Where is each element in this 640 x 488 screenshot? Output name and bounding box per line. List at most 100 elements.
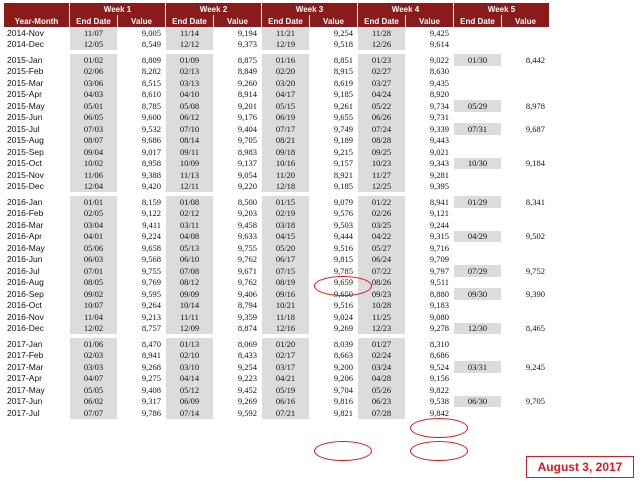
cell-end-date-week-4: 01/22 <box>358 196 406 208</box>
cell-value-week-2: 8,849 <box>237 66 257 77</box>
cell-end-date-week-5: 09/30 <box>454 288 502 300</box>
cell-value-week-2: 9,406 <box>237 288 257 299</box>
header-week-3: Week 3 <box>262 3 358 15</box>
cell-value-week-5: 9,705 <box>525 396 545 407</box>
cell-end-date-week-2: 08/14 <box>166 134 214 146</box>
cell-value-week-1: 9,600 <box>141 112 161 123</box>
cell-value-week-4: 9,343 <box>429 158 449 169</box>
cell-end-date-week-3: 03/18 <box>262 219 310 231</box>
cell-value-week-2: 8,794 <box>237 300 257 311</box>
cell-end-date-week-1: 02/06 <box>70 65 118 77</box>
cell-value-week-4: 9,425 <box>429 27 449 38</box>
cell-end-date-week-4: 06/23 <box>358 395 406 407</box>
cell-end-date-week-2: 12/11 <box>166 180 214 192</box>
cell-year-month: 2017-Feb <box>7 350 44 361</box>
cell-value-week-3: 9,785 <box>333 265 353 276</box>
cell-value-week-1: 9,786 <box>141 407 161 418</box>
cell-value-week-3: 8,915 <box>333 66 353 77</box>
cell-value-week-2: 9,671 <box>237 265 257 276</box>
table-row: 2016-Nov 11/04 9,213 11/11 9,359 11/18 9,024 11… <box>4 311 552 323</box>
cell-value-week-1: 9,017 <box>141 146 161 157</box>
cell-end-date-week-5 <box>454 66 502 78</box>
cell-end-date-week-5: 05/29 <box>454 100 502 112</box>
cell-end-date-week-3: 10/21 <box>262 299 310 311</box>
cell-year-month: 2015-Oct <box>7 158 42 169</box>
cell-end-date-week-1: 09/02 <box>70 288 118 300</box>
cell-year-month: 2014-Dec <box>7 39 44 50</box>
cell-value-week-3: 9,518 <box>333 39 353 50</box>
cell-value-week-4: 8,920 <box>429 89 449 100</box>
cell-end-date-week-2: 03/11 <box>166 219 214 231</box>
cell-year-month: 2015-Jun <box>7 112 43 123</box>
cell-value-week-1: 9,411 <box>142 219 161 230</box>
cell-value-week-1: 9,420 <box>141 181 161 192</box>
cell-end-date-week-4: 03/27 <box>358 77 406 89</box>
table-body: 2014-Nov 11/07 9,005 11/14 9,194 11/21 9,254 11… <box>4 27 552 419</box>
cell-end-date-week-2: 10/14 <box>166 299 214 311</box>
cell-year-month: 2015-Apr <box>7 89 42 100</box>
cell-value-week-4: 8,941 <box>429 196 449 207</box>
cell-value-week-2: 8,069 <box>237 338 257 349</box>
cell-end-date-week-1: 06/03 <box>70 253 118 265</box>
cell-end-date-week-3: 05/20 <box>262 242 310 254</box>
cell-year-month: 2016-May <box>7 242 45 253</box>
cell-end-date-week-5: 07/31 <box>454 123 502 135</box>
cell-value-week-5: 9,245 <box>525 361 545 372</box>
cell-value-week-5 <box>502 27 550 39</box>
cell-end-date-week-5: 03/31 <box>454 361 502 373</box>
cell-end-date-week-1: 08/05 <box>70 276 118 288</box>
table-row: 2015-Nov 11/06 9,388 11/13 9,054 11/20 8,921 11… <box>4 169 552 181</box>
cell-value-week-1: 8,549 <box>141 39 161 50</box>
header-year-month-top <box>4 3 70 15</box>
cell-end-date-week-5 <box>454 338 502 350</box>
cell-end-date-week-3: 12/16 <box>262 322 310 334</box>
cell-value-week-3: 8,851 <box>333 54 353 65</box>
header-value: Value <box>502 15 550 27</box>
cell-end-date-week-4: 05/27 <box>358 242 406 254</box>
cell-end-date-week-4: 10/23 <box>358 157 406 169</box>
cell-value-week-2: 9,220 <box>237 181 257 192</box>
cell-end-date-week-3: 11/21 <box>262 27 310 39</box>
cell-value-week-3: 9,821 <box>333 407 353 418</box>
cell-end-date-week-2: 11/13 <box>166 169 214 181</box>
cell-year-month: 2017-Jan <box>7 338 43 349</box>
cell-end-date-week-5 <box>454 208 502 220</box>
cell-value-week-4: 9,538 <box>429 396 449 407</box>
cell-end-date-week-3: 02/19 <box>262 207 310 219</box>
cell-end-date-week-2: 02/13 <box>166 65 214 77</box>
cell-end-date-week-5 <box>454 39 502 51</box>
cell-value-week-2: 9,254 <box>237 361 257 372</box>
cell-end-date-week-2: 02/12 <box>166 207 214 219</box>
cell-value-week-4: 9,183 <box>429 300 449 311</box>
cell-value-week-1: 9,122 <box>141 208 161 219</box>
cell-end-date-week-1: 10/02 <box>70 157 118 169</box>
cell-end-date-week-5 <box>454 242 502 254</box>
cell-value-week-2: 9,203 <box>237 208 257 219</box>
cell-value-week-5 <box>502 350 550 362</box>
table-row: 2016-Apr 04/01 9,224 04/08 9,633 04/15 9,444 04… <box>4 230 552 242</box>
cell-value-week-5 <box>502 208 550 220</box>
cell-end-date-week-3: 07/17 <box>262 123 310 135</box>
cell-value-week-3: 9,254 <box>333 27 353 38</box>
cell-value-week-3: 9,749 <box>333 123 353 134</box>
cell-year-month: 2015-May <box>7 100 45 111</box>
cell-value-week-4: 9,156 <box>429 373 449 384</box>
cell-end-date-week-3: 01/16 <box>262 54 310 66</box>
cell-end-date-week-5 <box>454 135 502 147</box>
cell-value-week-4: 9,822 <box>429 384 449 395</box>
cell-end-date-week-1: 11/06 <box>70 169 118 181</box>
cell-end-date-week-5 <box>454 181 502 193</box>
cell-end-date-week-3: 02/17 <box>262 349 310 361</box>
table-row: 2015-Feb 02/06 8,282 02/13 8,849 02/20 8,915 02… <box>4 65 552 78</box>
cell-value-week-4: 9,716 <box>429 242 449 253</box>
table-row: 2016-Aug 08/05 9,769 08/12 9,762 08/19 9,659 08… <box>4 276 552 288</box>
cell-value-week-4: 9,281 <box>429 169 449 180</box>
cell-value-week-3: 9,185 <box>333 89 353 100</box>
table-row: 2015-Apr 04/03 8,610 04/10 8,914 04/17 9,185 04… <box>4 88 552 101</box>
cell-value-week-2: 9,755 <box>237 242 257 253</box>
cell-value-week-5 <box>502 89 550 101</box>
cell-end-date-week-2: 09/09 <box>166 288 214 300</box>
cell-value-week-2: 9,404 <box>237 123 257 134</box>
cell-end-date-week-3: 12/18 <box>262 180 310 192</box>
cell-end-date-week-4: 06/26 <box>358 111 406 123</box>
